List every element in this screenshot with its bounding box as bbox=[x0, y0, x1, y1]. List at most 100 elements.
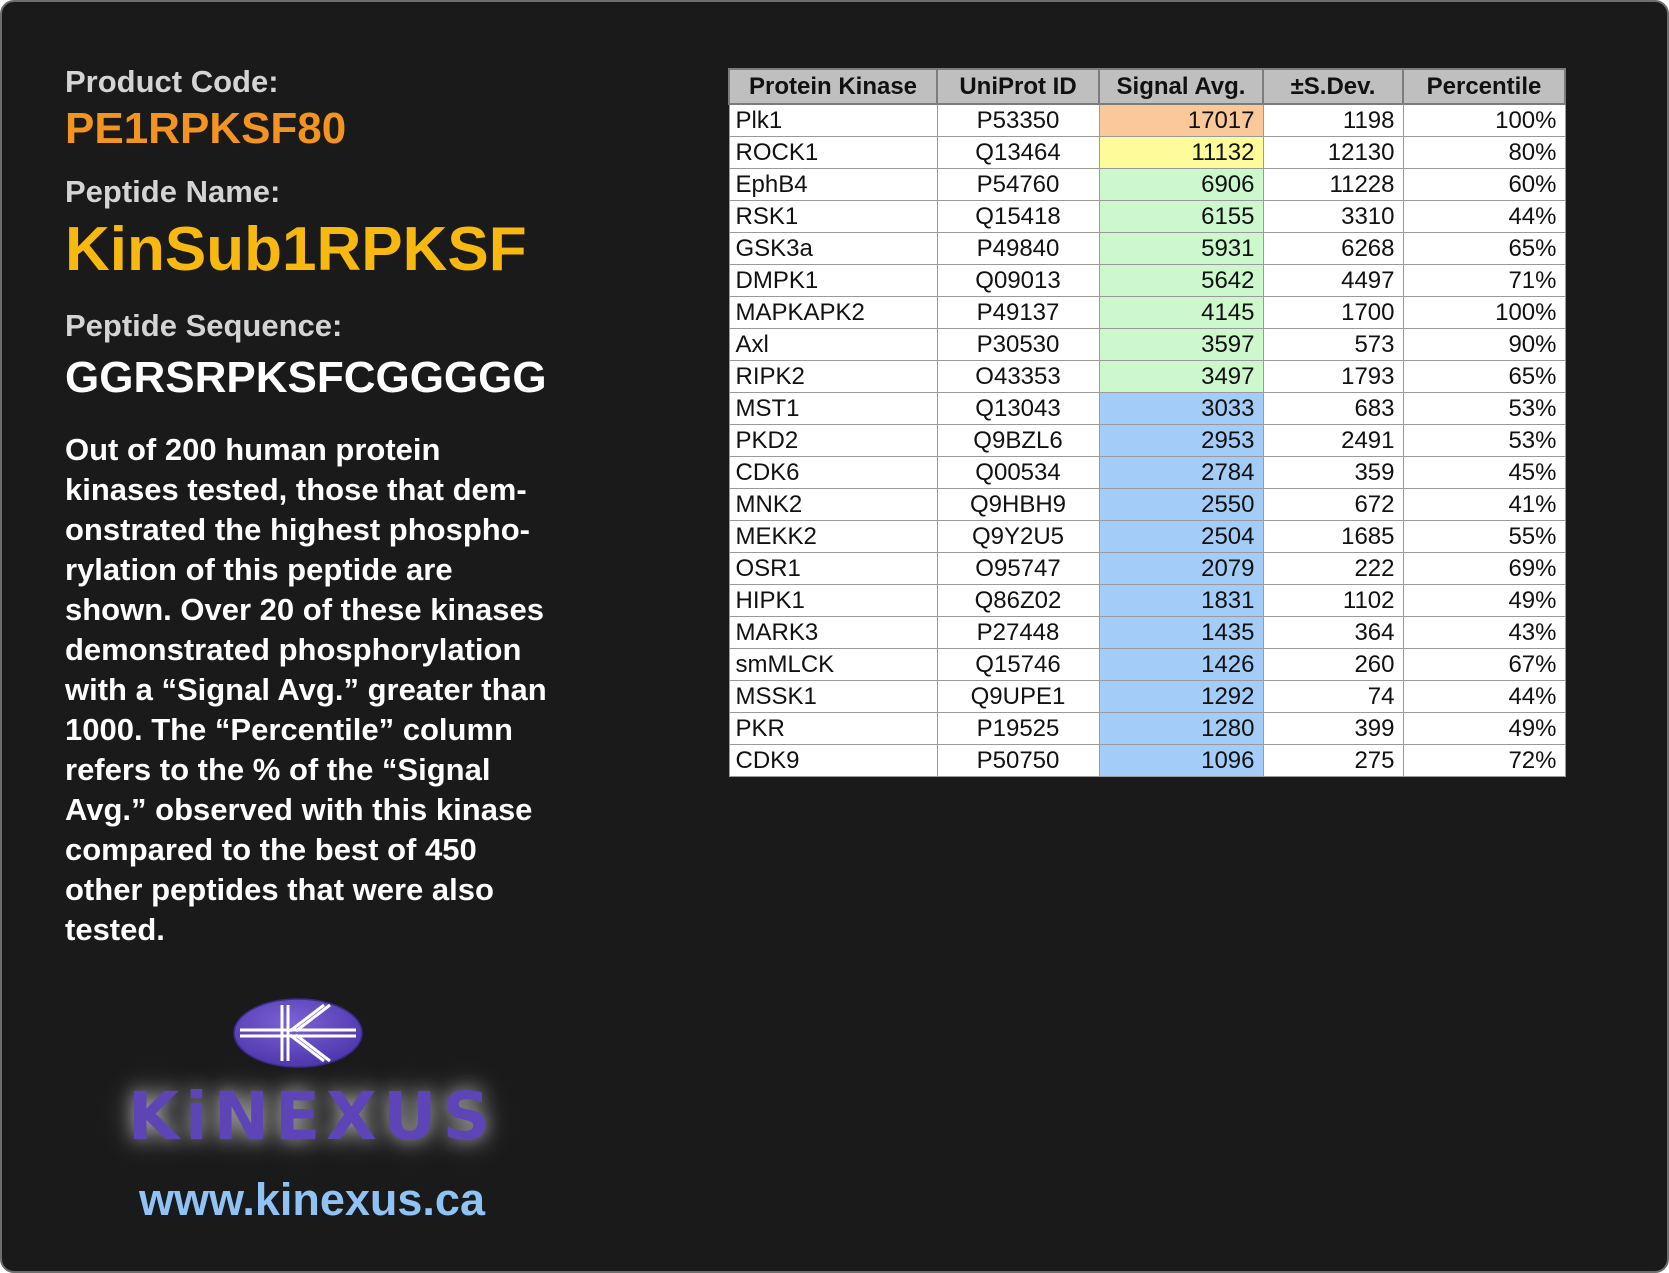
cell-percentile: 49% bbox=[1402, 712, 1566, 745]
table-row: MEKK2 Q9Y2U5 2504 1685 55% bbox=[728, 520, 1566, 553]
cell-sdev: 222 bbox=[1262, 552, 1404, 585]
cell-uniprot-id: Q9UPE1 bbox=[936, 680, 1100, 713]
table-row: PKD2 Q9BZL6 2953 2491 53% bbox=[728, 424, 1566, 457]
product-code-label: Product Code: bbox=[65, 64, 279, 99]
cell-sdev: 1198 bbox=[1262, 103, 1404, 137]
cell-percentile: 90% bbox=[1402, 328, 1566, 361]
table-row: Axl P30530 3597 573 90% bbox=[728, 328, 1566, 361]
cell-signal-avg: 5642 bbox=[1098, 264, 1264, 297]
cell-percentile: 100% bbox=[1402, 103, 1566, 137]
table-body: Plk1 P53350 17017 1198 100% ROCK1 Q13464 11132 1… bbox=[728, 103, 1566, 777]
cell-signal-avg: 2550 bbox=[1098, 488, 1264, 521]
table-row: OSR1 O95747 2079 222 69% bbox=[728, 552, 1566, 585]
description-line: compared to the best of 450 bbox=[65, 832, 477, 867]
cell-sdev: 6268 bbox=[1262, 232, 1404, 265]
kinexus-wordmark: KiNEXUS bbox=[127, 1078, 497, 1155]
cell-signal-avg: 3033 bbox=[1098, 392, 1264, 425]
cell-protein-kinase: DMPK1 bbox=[728, 264, 938, 297]
peptide-name-label: Peptide Name: bbox=[65, 174, 281, 209]
description-line: with a “Signal Avg.” greater than bbox=[65, 672, 547, 707]
cell-signal-avg: 6155 bbox=[1098, 200, 1264, 233]
cell-uniprot-id: Q13043 bbox=[936, 392, 1100, 425]
cell-signal-avg: 6906 bbox=[1098, 168, 1264, 201]
kinase-table-wrapper: Protein Kinase UniProt ID Signal Avg. ±S… bbox=[728, 68, 1566, 777]
cell-uniprot-id: P50750 bbox=[936, 744, 1100, 777]
peptide-name: KinSub1RPKSF bbox=[65, 215, 527, 284]
cell-sdev: 359 bbox=[1262, 456, 1404, 489]
cell-percentile: 41% bbox=[1402, 488, 1566, 521]
cell-protein-kinase: Axl bbox=[728, 328, 938, 361]
description-line: Out of 200 human protein bbox=[65, 432, 441, 467]
cell-sdev: 1793 bbox=[1262, 360, 1404, 393]
cell-signal-avg: 1435 bbox=[1098, 616, 1264, 649]
description-line: onstrated the highest phospho- bbox=[65, 512, 530, 547]
cell-uniprot-id: P30530 bbox=[936, 328, 1100, 361]
description-line: kinases tested, those that dem- bbox=[65, 472, 527, 507]
cell-percentile: 53% bbox=[1402, 424, 1566, 457]
cell-sdev: 2491 bbox=[1262, 424, 1404, 457]
cell-percentile: 100% bbox=[1402, 296, 1566, 329]
cell-signal-avg: 17017 bbox=[1098, 103, 1264, 137]
description-line: demonstrated phosphorylation bbox=[65, 632, 522, 667]
table-row: MAPKAPK2 P49137 4145 1700 100% bbox=[728, 296, 1566, 329]
header-uniprot-id: UniProt ID bbox=[936, 68, 1100, 105]
cell-protein-kinase: EphB4 bbox=[728, 168, 938, 201]
cell-protein-kinase: Plk1 bbox=[728, 103, 938, 137]
cell-uniprot-id: P27448 bbox=[936, 616, 1100, 649]
cell-protein-kinase: ROCK1 bbox=[728, 136, 938, 169]
cell-uniprot-id: Q15418 bbox=[936, 200, 1100, 233]
cell-protein-kinase: OSR1 bbox=[728, 552, 938, 585]
cell-signal-avg: 1280 bbox=[1098, 712, 1264, 745]
cell-percentile: 67% bbox=[1402, 648, 1566, 681]
cell-protein-kinase: RIPK2 bbox=[728, 360, 938, 393]
cell-percentile: 80% bbox=[1402, 136, 1566, 169]
cell-sdev: 275 bbox=[1262, 744, 1404, 777]
cell-percentile: 45% bbox=[1402, 456, 1566, 489]
cell-uniprot-id: P54760 bbox=[936, 168, 1100, 201]
cell-signal-avg: 1831 bbox=[1098, 584, 1264, 617]
product-info: Product Code: PE1RPKSF80 Peptide Name: K… bbox=[65, 62, 625, 950]
description-line: other peptides that were also bbox=[65, 872, 494, 907]
cell-signal-avg: 2784 bbox=[1098, 456, 1264, 489]
cell-uniprot-id: Q9BZL6 bbox=[936, 424, 1100, 457]
table-row: GSK3a P49840 5931 6268 65% bbox=[728, 232, 1566, 265]
description-line: shown. Over 20 of these kinases bbox=[65, 592, 544, 627]
website-link[interactable]: www.kinexus.ca bbox=[42, 1172, 582, 1228]
cell-sdev: 683 bbox=[1262, 392, 1404, 425]
description-paragraph: Out of 200 human protein kinases tested, … bbox=[65, 430, 625, 950]
cell-sdev: 1102 bbox=[1262, 584, 1404, 617]
cell-protein-kinase: MST1 bbox=[728, 392, 938, 425]
cell-percentile: 65% bbox=[1402, 232, 1566, 265]
cell-signal-avg: 11132 bbox=[1098, 136, 1264, 169]
cell-signal-avg: 5931 bbox=[1098, 232, 1264, 265]
cell-percentile: 55% bbox=[1402, 520, 1566, 553]
cell-protein-kinase: RSK1 bbox=[728, 200, 938, 233]
cell-protein-kinase: MNK2 bbox=[728, 488, 938, 521]
cell-sdev: 399 bbox=[1262, 712, 1404, 745]
cell-signal-avg: 2079 bbox=[1098, 552, 1264, 585]
cell-uniprot-id: Q9HBH9 bbox=[936, 488, 1100, 521]
cell-protein-kinase: smMLCK bbox=[728, 648, 938, 681]
cell-protein-kinase: HIPK1 bbox=[728, 584, 938, 617]
table-row: PKR P19525 1280 399 49% bbox=[728, 712, 1566, 745]
table-row: MSSK1 Q9UPE1 1292 74 44% bbox=[728, 680, 1566, 713]
cell-signal-avg: 1426 bbox=[1098, 648, 1264, 681]
peptide-sequence-label: Peptide Sequence: bbox=[65, 308, 343, 343]
product-code: PE1RPKSF80 bbox=[65, 104, 347, 153]
table-row: MNK2 Q9HBH9 2550 672 41% bbox=[728, 488, 1566, 521]
cell-percentile: 60% bbox=[1402, 168, 1566, 201]
cell-uniprot-id: Q13464 bbox=[936, 136, 1100, 169]
cell-percentile: 72% bbox=[1402, 744, 1566, 777]
cell-sdev: 11228 bbox=[1262, 168, 1404, 201]
table-row: smMLCK Q15746 1426 260 67% bbox=[728, 648, 1566, 681]
cell-signal-avg: 2504 bbox=[1098, 520, 1264, 553]
cell-percentile: 43% bbox=[1402, 616, 1566, 649]
cell-uniprot-id: P49840 bbox=[936, 232, 1100, 265]
cell-sdev: 1685 bbox=[1262, 520, 1404, 553]
table-row: MST1 Q13043 3033 683 53% bbox=[728, 392, 1566, 425]
cell-percentile: 44% bbox=[1402, 680, 1566, 713]
table-row: CDK9 P50750 1096 275 72% bbox=[728, 744, 1566, 777]
cell-protein-kinase: MAPKAPK2 bbox=[728, 296, 938, 329]
cell-protein-kinase: GSK3a bbox=[728, 232, 938, 265]
peptide-sequence: GGRSRPKSFCGGGGG bbox=[65, 353, 547, 402]
